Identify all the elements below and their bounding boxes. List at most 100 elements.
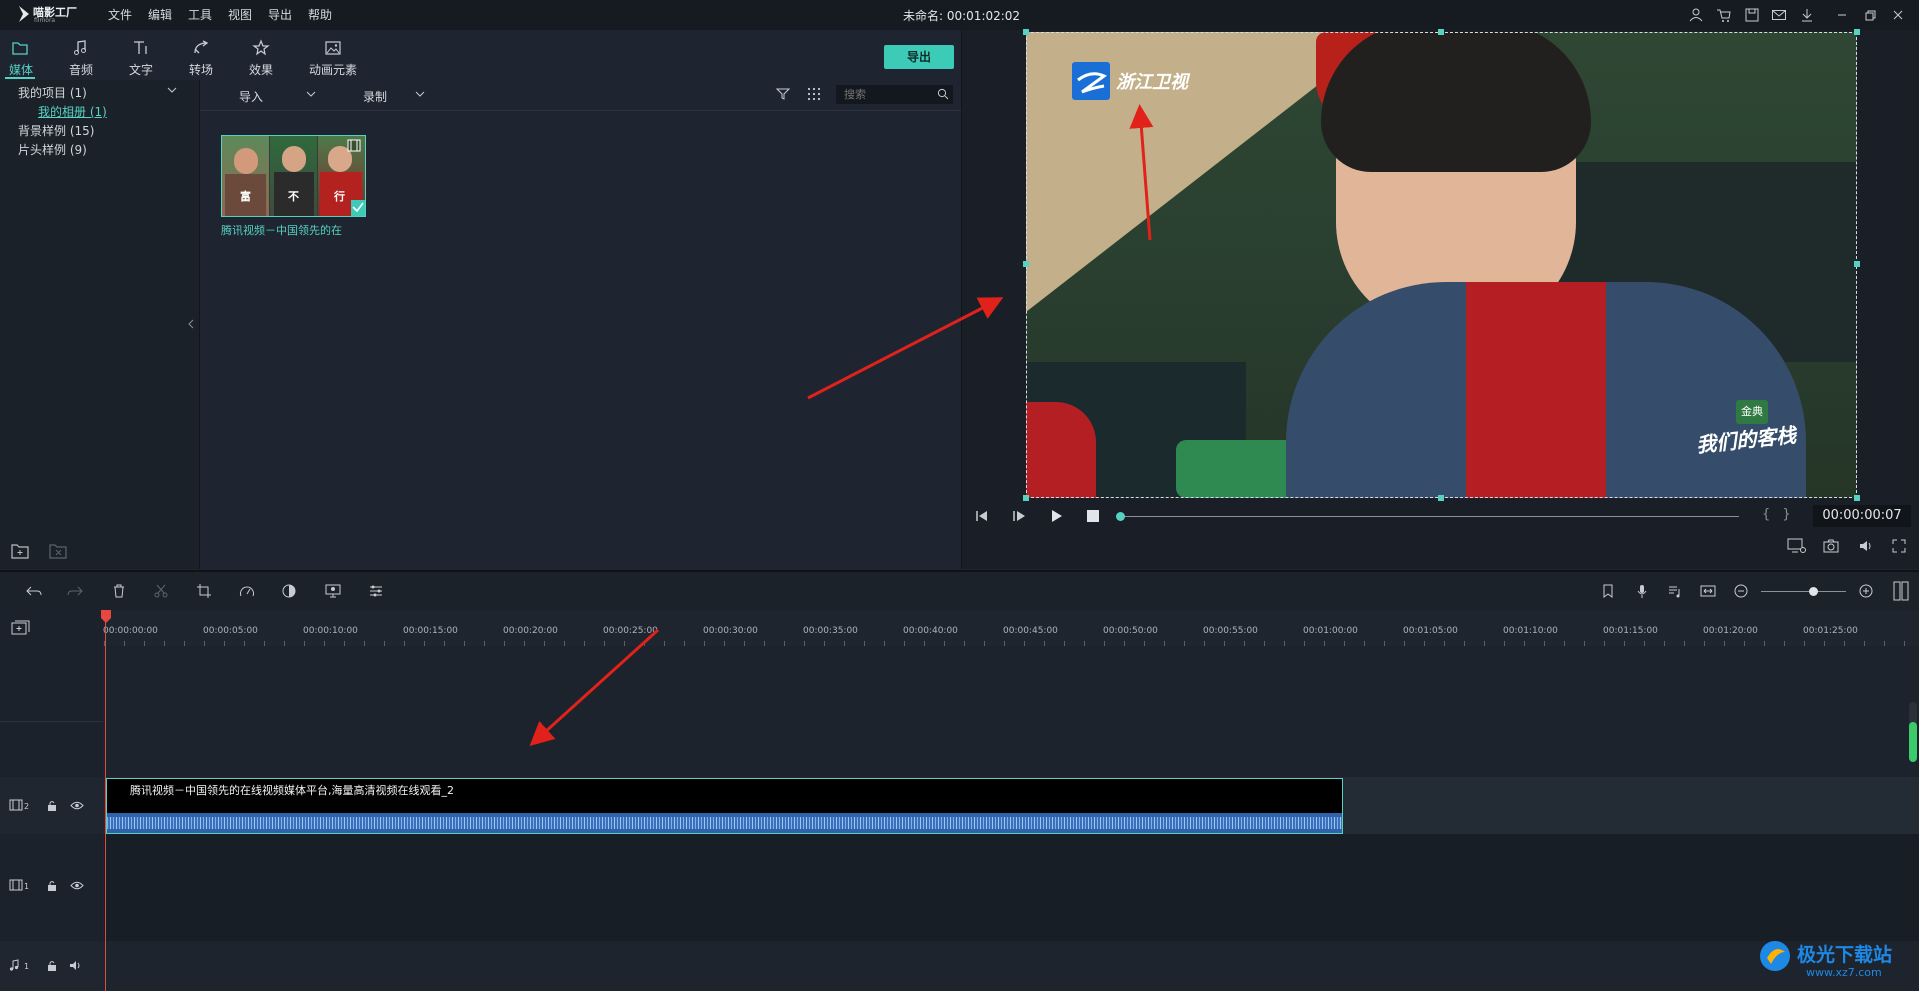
minimize-icon[interactable] bbox=[1834, 7, 1850, 23]
resize-handle[interactable] bbox=[1854, 29, 1860, 35]
preview-video[interactable]: 浙江卫视 金典 我们的客栈 bbox=[1026, 32, 1857, 498]
color-icon[interactable] bbox=[282, 584, 296, 598]
resize-handle[interactable] bbox=[1438, 29, 1444, 35]
speaker-icon[interactable] bbox=[69, 960, 83, 971]
record-chevron-icon[interactable] bbox=[415, 91, 425, 98]
effects-icon[interactable] bbox=[251, 38, 271, 58]
sidebar-item-intro-samples[interactable]: 片头样例 (9) bbox=[18, 141, 87, 158]
timeline-scrollbar[interactable] bbox=[1909, 702, 1917, 762]
resize-handle[interactable] bbox=[1023, 495, 1029, 501]
close-icon[interactable] bbox=[1890, 7, 1906, 23]
menu-edit[interactable]: 编辑 bbox=[148, 6, 172, 23]
track-lane-audio-1[interactable] bbox=[104, 941, 1919, 991]
text-icon[interactable] bbox=[131, 38, 151, 58]
playhead-handle[interactable] bbox=[100, 610, 112, 624]
track-lane-video-1[interactable] bbox=[104, 834, 1919, 941]
fullscreen-icon[interactable] bbox=[1892, 539, 1906, 553]
preview-progress-handle[interactable] bbox=[1116, 512, 1125, 521]
redo-icon[interactable] bbox=[67, 584, 83, 598]
timeline-scrollbar-thumb[interactable] bbox=[1909, 722, 1917, 762]
lock-icon[interactable] bbox=[47, 880, 57, 891]
app-logo-icon bbox=[18, 5, 30, 23]
search-input[interactable] bbox=[836, 85, 953, 104]
speed-icon[interactable] bbox=[239, 584, 255, 598]
filter-icon[interactable] bbox=[776, 87, 790, 101]
fit-timeline-icon[interactable] bbox=[1700, 584, 1716, 598]
preview-progress-track[interactable] bbox=[1121, 516, 1739, 517]
snapshot-icon[interactable] bbox=[1823, 539, 1839, 553]
export-button[interactable]: 导出 bbox=[884, 45, 954, 69]
record-dropdown[interactable]: 录制 bbox=[363, 88, 387, 105]
tab-elements[interactable]: 动画元素 bbox=[303, 61, 363, 78]
grid-view-icon[interactable] bbox=[807, 87, 821, 101]
transition-icon[interactable] bbox=[191, 38, 211, 58]
lock-icon[interactable] bbox=[47, 960, 57, 971]
cart-icon[interactable] bbox=[1716, 7, 1732, 23]
menu-export[interactable]: 导出 bbox=[268, 6, 292, 23]
eye-icon[interactable] bbox=[70, 801, 84, 810]
new-folder-icon[interactable] bbox=[10, 542, 30, 560]
download-icon[interactable] bbox=[1799, 7, 1815, 23]
resize-handle[interactable] bbox=[1854, 495, 1860, 501]
title-bar: 喵影工厂 filmora 文件 编辑 工具 视图 导出 帮助 未命名: 00:0… bbox=[0, 0, 1919, 30]
display-settings-icon[interactable] bbox=[1787, 538, 1807, 554]
eye-icon[interactable] bbox=[70, 881, 84, 890]
panel-layout-icon[interactable] bbox=[1893, 581, 1909, 601]
green-screen-icon[interactable] bbox=[325, 584, 341, 598]
tab-media[interactable]: 媒体 bbox=[0, 61, 46, 78]
stop-icon[interactable] bbox=[1087, 510, 1099, 522]
save-icon[interactable] bbox=[1744, 7, 1760, 23]
media-item-label[interactable]: 腾讯视频－中国领先的在 bbox=[221, 222, 342, 238]
menu-tools[interactable]: 工具 bbox=[188, 6, 212, 23]
prev-frame-icon[interactable] bbox=[974, 509, 990, 523]
resize-handle[interactable] bbox=[1438, 495, 1444, 501]
empty-track-lane[interactable] bbox=[104, 646, 1919, 777]
mark-in-out-brackets[interactable]: { } bbox=[1762, 507, 1795, 522]
timeline-clip[interactable]: 腾讯视频－中国领先的在线视频媒体平台,海量高清视频在线观看_2 bbox=[106, 778, 1343, 834]
import-dropdown[interactable]: 导入 bbox=[239, 88, 263, 105]
lock-icon[interactable] bbox=[47, 800, 57, 811]
menu-help[interactable]: 帮助 bbox=[308, 6, 332, 23]
media-thumbnail[interactable]: 富 不 行 bbox=[221, 135, 366, 217]
chevron-down-icon[interactable] bbox=[167, 86, 177, 94]
voiceover-icon[interactable] bbox=[1668, 584, 1682, 598]
restore-icon[interactable] bbox=[1862, 7, 1878, 23]
tab-effects[interactable]: 效果 bbox=[236, 61, 286, 78]
music-note-icon[interactable] bbox=[70, 38, 90, 58]
tab-audio[interactable]: 音频 bbox=[56, 61, 106, 78]
search-icon[interactable] bbox=[937, 88, 949, 100]
next-frame-icon[interactable] bbox=[1011, 509, 1027, 523]
volume-icon[interactable] bbox=[1858, 539, 1874, 553]
tab-text[interactable]: 文字 bbox=[116, 61, 166, 78]
adjust-icon[interactable] bbox=[369, 584, 383, 598]
zoom-slider-handle[interactable] bbox=[1809, 587, 1818, 596]
zoom-in-icon[interactable] bbox=[1859, 584, 1873, 598]
resize-handle[interactable] bbox=[1854, 261, 1860, 267]
zoom-out-icon[interactable] bbox=[1734, 584, 1748, 598]
folder-icon[interactable] bbox=[10, 38, 30, 58]
image-icon[interactable] bbox=[323, 38, 343, 58]
undo-icon[interactable] bbox=[26, 584, 42, 598]
resize-handle[interactable] bbox=[1023, 29, 1029, 35]
resize-handle[interactable] bbox=[1023, 261, 1029, 267]
sidebar-item-my-projects[interactable]: 我的项目 (1) bbox=[18, 84, 87, 101]
menu-view[interactable]: 视图 bbox=[228, 6, 252, 23]
tab-transition[interactable]: 转场 bbox=[176, 61, 226, 78]
marker-icon[interactable] bbox=[1602, 584, 1614, 598]
playhead-line[interactable] bbox=[105, 611, 106, 991]
sidebar-item-my-album[interactable]: 我的相册 (1) bbox=[38, 103, 107, 120]
zoom-slider-track[interactable] bbox=[1761, 591, 1846, 592]
delete-folder-icon[interactable] bbox=[48, 542, 68, 560]
delete-icon[interactable] bbox=[112, 584, 126, 598]
account-icon[interactable] bbox=[1688, 7, 1704, 23]
mail-icon[interactable] bbox=[1771, 7, 1787, 23]
add-track-icon[interactable] bbox=[11, 620, 31, 636]
crop-icon[interactable] bbox=[197, 584, 211, 598]
split-icon[interactable] bbox=[154, 584, 168, 598]
sidebar-item-background-samples[interactable]: 背景样例 (15) bbox=[18, 122, 94, 139]
import-chevron-icon[interactable] bbox=[306, 91, 316, 98]
microphone-icon[interactable] bbox=[1636, 584, 1648, 598]
play-icon[interactable] bbox=[1050, 509, 1064, 523]
menu-file[interactable]: 文件 bbox=[108, 6, 132, 23]
collapse-sidebar-icon[interactable] bbox=[188, 319, 194, 329]
